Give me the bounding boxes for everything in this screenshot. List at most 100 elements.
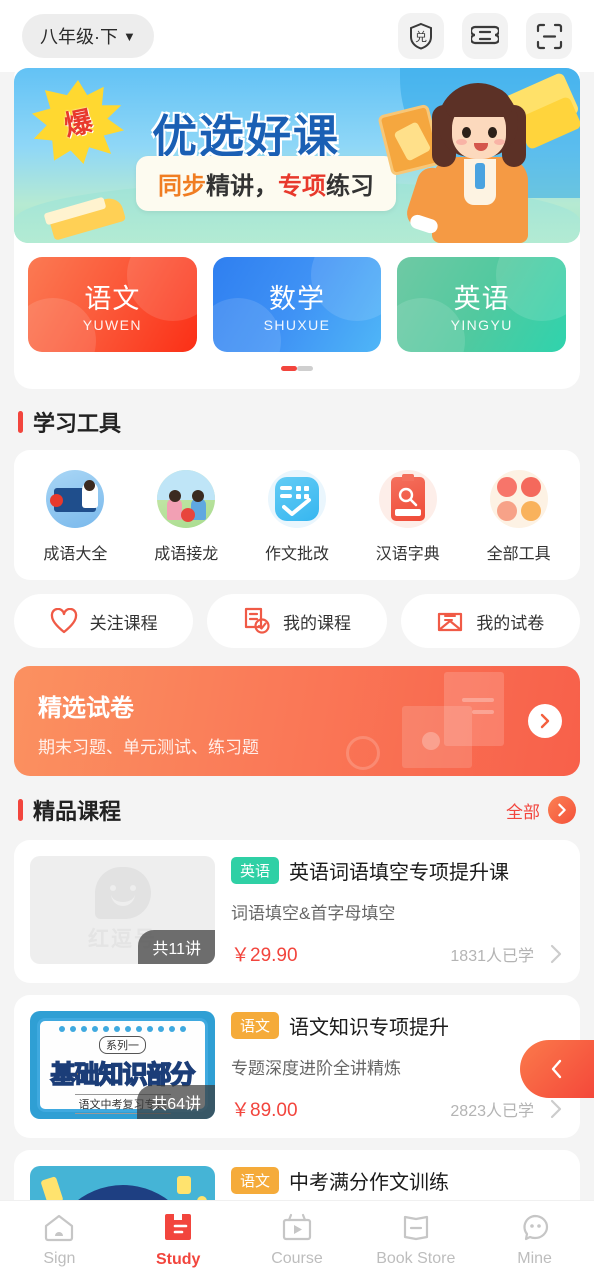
tools-section-title: 学习工具 [33,411,122,436]
carousel-pagination[interactable] [14,366,580,371]
icon-book-band [394,509,421,516]
icon-line [279,486,292,490]
tab-label: Study [155,1251,201,1268]
icon-sky [157,470,216,500]
course-title: 语文知识专项提升 [289,1017,450,1039]
idiom-dictionary-icon [46,470,105,528]
tool-item-essay-correction[interactable]: 作文批改 [242,470,353,564]
tool-label: 成语大全 [43,546,108,563]
bubble-smile [110,894,135,906]
icon-petal [496,477,517,497]
tab-sign[interactable]: Sign [0,1213,119,1268]
pagination-dot[interactable] [297,366,313,371]
quick-link-label: 我的课程 [282,613,351,633]
pagination-dot-active[interactable] [281,366,297,371]
subject-name-en: SHUXUE [263,316,331,333]
tab-label: Course [271,1250,323,1267]
icon-dot [295,486,301,491]
quick-link-my-papers[interactable]: 我的试卷 [400,594,580,648]
course-title-row: 语文 中考满分作文训练 [231,1166,564,1195]
banner-sub-b: 精讲， [206,173,278,200]
envelope-icon [438,612,463,632]
bubble-eye [109,885,116,891]
thumbnail-series-label: 系列一 [99,1036,146,1054]
illustration-cheek-left [456,139,467,145]
icon-petals [496,477,541,521]
home-icon [45,1214,74,1242]
grade-selector[interactable]: 八年级·下 ▼ [22,14,154,58]
tool-label: 全部工具 [486,546,551,563]
dot [70,1026,76,1032]
tab-mine[interactable]: Mine [475,1213,594,1268]
tools-card: 成语大全 成语接龙 作文批改 汉语字典 全部工具 [14,450,580,580]
course-meta-row: ￥89.00 2823人已学 [231,1095,564,1122]
illustration-eye-left [462,127,471,138]
quick-link-my-courses[interactable]: 我的课程 [207,594,387,648]
illustration-tie [475,163,485,189]
course-subtitle: 专题深度进阶全讲精炼 [231,1059,401,1078]
decor-line [462,698,494,702]
illustration-eye-right [488,127,497,138]
section-accent-bar [18,799,23,821]
banner-sub-c: 专项 [278,173,326,200]
tab-book-store[interactable]: Book Store [356,1213,475,1268]
hot-burst-badge: 爆 [32,80,124,164]
subject-card-shuxue[interactable]: 数学 SHUXUE [212,257,382,352]
checklist-icon [244,607,270,634]
student-illustration [377,75,554,243]
dot [92,1026,98,1032]
grade-label: 八年级·下 [40,27,118,47]
icon-dot [303,486,309,491]
illustration-cheek-right [494,139,505,145]
tool-item-idiom-dictionary[interactable]: 成语大全 [20,470,131,564]
tool-item-idiom-chain[interactable]: 成语接龙 [131,470,242,564]
tool-item-all-tools[interactable]: 全部工具 [463,470,574,564]
illustration-bangs [446,87,512,117]
course-thumbnail: 系列一 基础知识部分 语文中考复习专题 共64讲 [30,1011,215,1119]
course-meta-row: ￥29.90 1831人已学 [231,940,564,967]
promo-banner[interactable]: 爆 优选好课 同步精讲，专项练习 [14,68,580,243]
book-icon [403,1215,428,1241]
tool-label: 成语接龙 [154,546,219,563]
subject-name-en: YUWEN [82,316,142,333]
decor-line [472,710,494,714]
coupon-icon[interactable] [462,13,508,59]
chevron-right-icon[interactable] [548,943,564,965]
dot [136,1026,142,1032]
course-card[interactable]: 红逗号 共11讲 英语 英语词语填空专项提升课 词语填空&首字母填空 ￥29.9… [14,840,580,983]
scan-icon[interactable] [526,13,572,59]
tool-item-chinese-dictionary[interactable]: 汉语字典 [352,470,463,564]
dot [180,1026,186,1032]
chevron-right-icon[interactable] [548,1098,564,1120]
floating-collapse-button[interactable] [520,1040,594,1098]
icon-petal [520,501,541,521]
courses-view-all-label[interactable]: 全部 [506,798,540,823]
redeem-icon[interactable]: 兑 [398,13,444,59]
dot [103,1026,109,1032]
tab-study[interactable]: Study [119,1212,238,1269]
featured-papers-banner[interactable]: 精选试卷 期末习题、单元测试、练习题 [14,666,580,776]
tab-course[interactable]: Course [238,1213,357,1268]
course-price: ￥89.00 [231,1100,298,1121]
tab-label: Mine [517,1250,552,1267]
speech-bubble-icon [94,867,151,919]
icon-petal [520,477,541,497]
quick-link-followed-courses[interactable]: 关注课程 [14,594,194,648]
courses-view-all-button[interactable] [548,796,576,824]
subject-card-yuwen[interactable]: 语文 YUWEN [28,257,197,352]
dot [169,1026,175,1032]
featured-papers-arrow-button[interactable] [528,704,562,738]
icon-book-tab [401,474,414,481]
icon-book [390,474,425,521]
tab-label: Book Store [376,1250,456,1267]
course-card[interactable]: 系列一 基础知识部分 语文中考复习专题 共64讲 语文 语文知识专项提升 专题深… [14,995,580,1138]
course-subject-tag: 英语 [231,857,280,884]
subject-card-yingyu[interactable]: 英语 YINGYU [397,257,567,352]
subject-name-en: YINGYU [450,316,513,333]
chevron-left-icon [551,1059,562,1079]
banner-sub-d: 练习 [326,173,374,200]
bubble-eye [129,885,136,891]
tool-label: 作文批改 [264,546,329,563]
dot [158,1026,164,1032]
illustration-book-inner [393,121,432,162]
